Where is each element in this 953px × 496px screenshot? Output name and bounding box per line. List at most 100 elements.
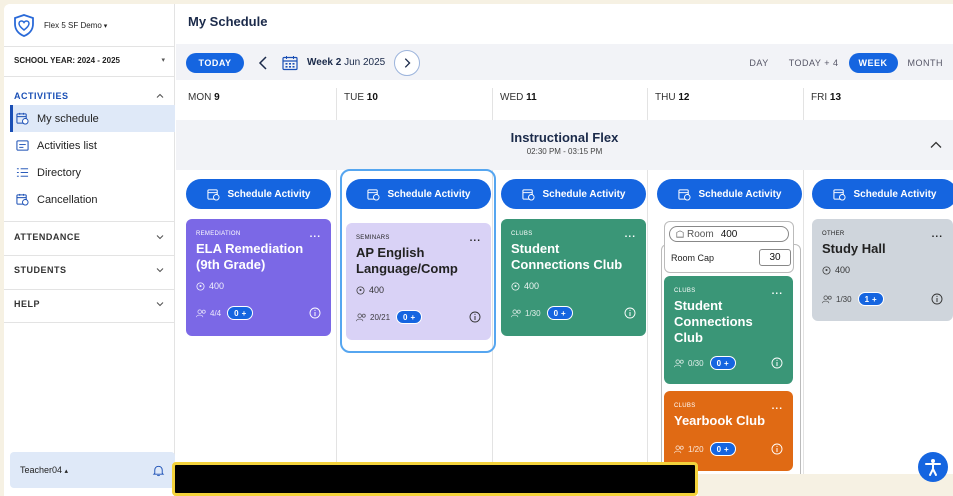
- users-icon: [356, 313, 366, 321]
- plus-icon: +: [410, 312, 416, 322]
- activity-card[interactable]: CLUBS ... Student Connections Club 400 1…: [501, 219, 646, 336]
- add-student-button[interactable]: 0 +: [709, 442, 736, 456]
- schedule-activity-button-wed[interactable]: Schedule Activity: [501, 179, 646, 209]
- accessibility-icon: [925, 459, 941, 476]
- shield-heart-logo-icon: [14, 14, 34, 37]
- info-icon[interactable]: [624, 307, 636, 319]
- activity-location: 400: [822, 265, 943, 275]
- day-header-wed: WED 11: [500, 92, 537, 103]
- add-student-button[interactable]: 0 +: [709, 356, 736, 370]
- info-icon[interactable]: [469, 311, 481, 323]
- calendar-toolbar: TODAY Week 2 Jun 2025 DAY TODAY + 4 WEEK…: [176, 44, 953, 80]
- week-number: Week 2: [307, 57, 342, 68]
- room-cap-input[interactable]: 30: [759, 249, 791, 266]
- sidebar-item-cancellation[interactable]: Cancellation: [10, 186, 175, 213]
- next-week-button[interactable]: [394, 50, 420, 76]
- add-student-button[interactable]: 0 +: [396, 310, 423, 324]
- info-icon[interactable]: [931, 293, 943, 305]
- activity-name: ELA Remediation (9th Grade): [196, 241, 304, 272]
- section-help[interactable]: HELP: [4, 294, 175, 314]
- sidebar-item-activities-list[interactable]: Activities list: [10, 132, 175, 159]
- more-menu-icon[interactable]: ...: [470, 233, 481, 244]
- schedule-activity-button-mon[interactable]: Schedule Activity: [186, 179, 331, 209]
- sidebar-item-directory[interactable]: Directory: [10, 159, 175, 186]
- add-student-button[interactable]: 0 +: [227, 306, 254, 320]
- plus-icon: +: [241, 308, 247, 318]
- calendar-icon[interactable]: [282, 55, 298, 71]
- add-student-button[interactable]: 1 +: [857, 292, 884, 306]
- period-time: 02:30 PM - 03:15 PM: [526, 147, 603, 156]
- activity-name: Student Connections Club: [511, 241, 623, 272]
- users-icon: [674, 359, 684, 367]
- activity-name: Student Connections Club: [674, 298, 753, 345]
- chevron-down-icon: [156, 302, 164, 307]
- view-month-button[interactable]: MONTH: [898, 53, 953, 73]
- enrollment-count: 1/20: [688, 444, 704, 454]
- accessibility-button[interactable]: [918, 452, 948, 482]
- location-pin-icon: [511, 281, 520, 291]
- schedule-activity-button-fri[interactable]: Schedule Activity: [812, 179, 953, 209]
- sidebar-item-my-schedule[interactable]: My schedule: [10, 105, 175, 132]
- view-week-button[interactable]: WEEK: [848, 53, 898, 73]
- brand-switcher[interactable]: Flex 5 SF Demo ▾: [12, 10, 107, 40]
- chevron-left-icon[interactable]: [256, 53, 270, 73]
- view-today-plus-4-button[interactable]: TODAY + 4: [779, 53, 849, 73]
- bell-icon[interactable]: [152, 464, 165, 477]
- user-menu[interactable]: Teacher04 ▴: [10, 452, 175, 488]
- divider: [4, 255, 175, 256]
- activity-footer: 1/20 0 +: [674, 442, 783, 456]
- more-menu-icon[interactable]: ...: [772, 401, 783, 412]
- day-number: 11: [526, 92, 537, 103]
- section-attendance[interactable]: ATTENDANCE: [4, 227, 175, 247]
- section-activities[interactable]: ACTIVITIES: [4, 86, 175, 106]
- enrollment-count: 20/21: [370, 312, 391, 322]
- page-title: My Schedule: [188, 14, 268, 29]
- activity-card[interactable]: OTHER ... Study Hall 400 1/30 1 +: [812, 219, 953, 321]
- school-year-select[interactable]: SCHOOL YEAR: 2024 - 2025 ▾: [4, 50, 175, 70]
- activity-location: 400: [356, 285, 481, 295]
- page-background-strip: [698, 474, 953, 496]
- plus-icon: +: [724, 444, 729, 454]
- today-button[interactable]: TODAY: [186, 53, 244, 73]
- more-menu-icon[interactable]: ...: [625, 229, 636, 240]
- add-student-button[interactable]: 0 +: [546, 306, 573, 320]
- schedule-activity-label: Schedule Activity: [542, 188, 626, 200]
- activity-footer: 0/30 0 +: [674, 356, 783, 370]
- divider: [4, 76, 175, 77]
- period-header[interactable]: Instructional Flex 02:30 PM - 03:15 PM: [176, 120, 953, 170]
- activity-location: 400: [196, 281, 321, 291]
- main-content: My Schedule TODAY Week 2 Jun 2025 DAY TO…: [176, 4, 953, 496]
- activity-card[interactable]: REMEDIATION ... ELA Remediation (9th Gra…: [186, 219, 331, 336]
- pending-count: 0: [716, 358, 722, 368]
- week-month: Jun 2025: [344, 57, 386, 68]
- activity-card[interactable]: CLUBS ... Student Connections Club 0/30 …: [664, 276, 793, 384]
- sidebar-item-label: Directory: [37, 166, 82, 179]
- schedule-activity-button-thu[interactable]: Schedule Activity: [657, 179, 802, 209]
- caret-up-icon: ▴: [64, 468, 69, 475]
- activity-card[interactable]: SEMINARS ... AP English Language/Comp 40…: [346, 223, 491, 340]
- more-menu-icon[interactable]: ...: [772, 286, 783, 297]
- room-filter-input[interactable]: Room 400: [669, 226, 789, 242]
- calendar-clock-icon: [206, 188, 220, 201]
- caret-down-icon: ▾: [103, 22, 108, 30]
- brand-name: Flex 5 SF Demo: [44, 20, 102, 30]
- section-students[interactable]: STUDENTS: [4, 260, 175, 280]
- day-number: 10: [366, 92, 378, 103]
- period-title: Instructional Flex: [510, 130, 619, 145]
- info-icon[interactable]: [771, 443, 783, 455]
- view-switcher: DAY TODAY + 4 WEEK MONTH: [739, 53, 953, 73]
- day-name: WED: [500, 92, 524, 103]
- view-day-button[interactable]: DAY: [739, 53, 778, 73]
- pending-count: 1: [864, 294, 870, 304]
- more-menu-icon[interactable]: ...: [310, 229, 321, 240]
- info-icon[interactable]: [771, 357, 783, 369]
- plus-icon: +: [561, 308, 566, 318]
- chevron-up-icon[interactable]: [929, 138, 943, 152]
- activity-card[interactable]: CLUBS ... Yearbook Club 1/20 0 +: [664, 391, 793, 471]
- info-icon[interactable]: [309, 307, 321, 319]
- more-menu-icon[interactable]: ...: [932, 229, 943, 240]
- calendar-clock-icon: [677, 188, 691, 201]
- divider: [4, 322, 175, 323]
- day-header-mon: MON 9: [188, 92, 220, 103]
- app-frame: Flex 5 SF Demo ▾ SCHOOL YEAR: 2024 - 2025…: [4, 4, 953, 496]
